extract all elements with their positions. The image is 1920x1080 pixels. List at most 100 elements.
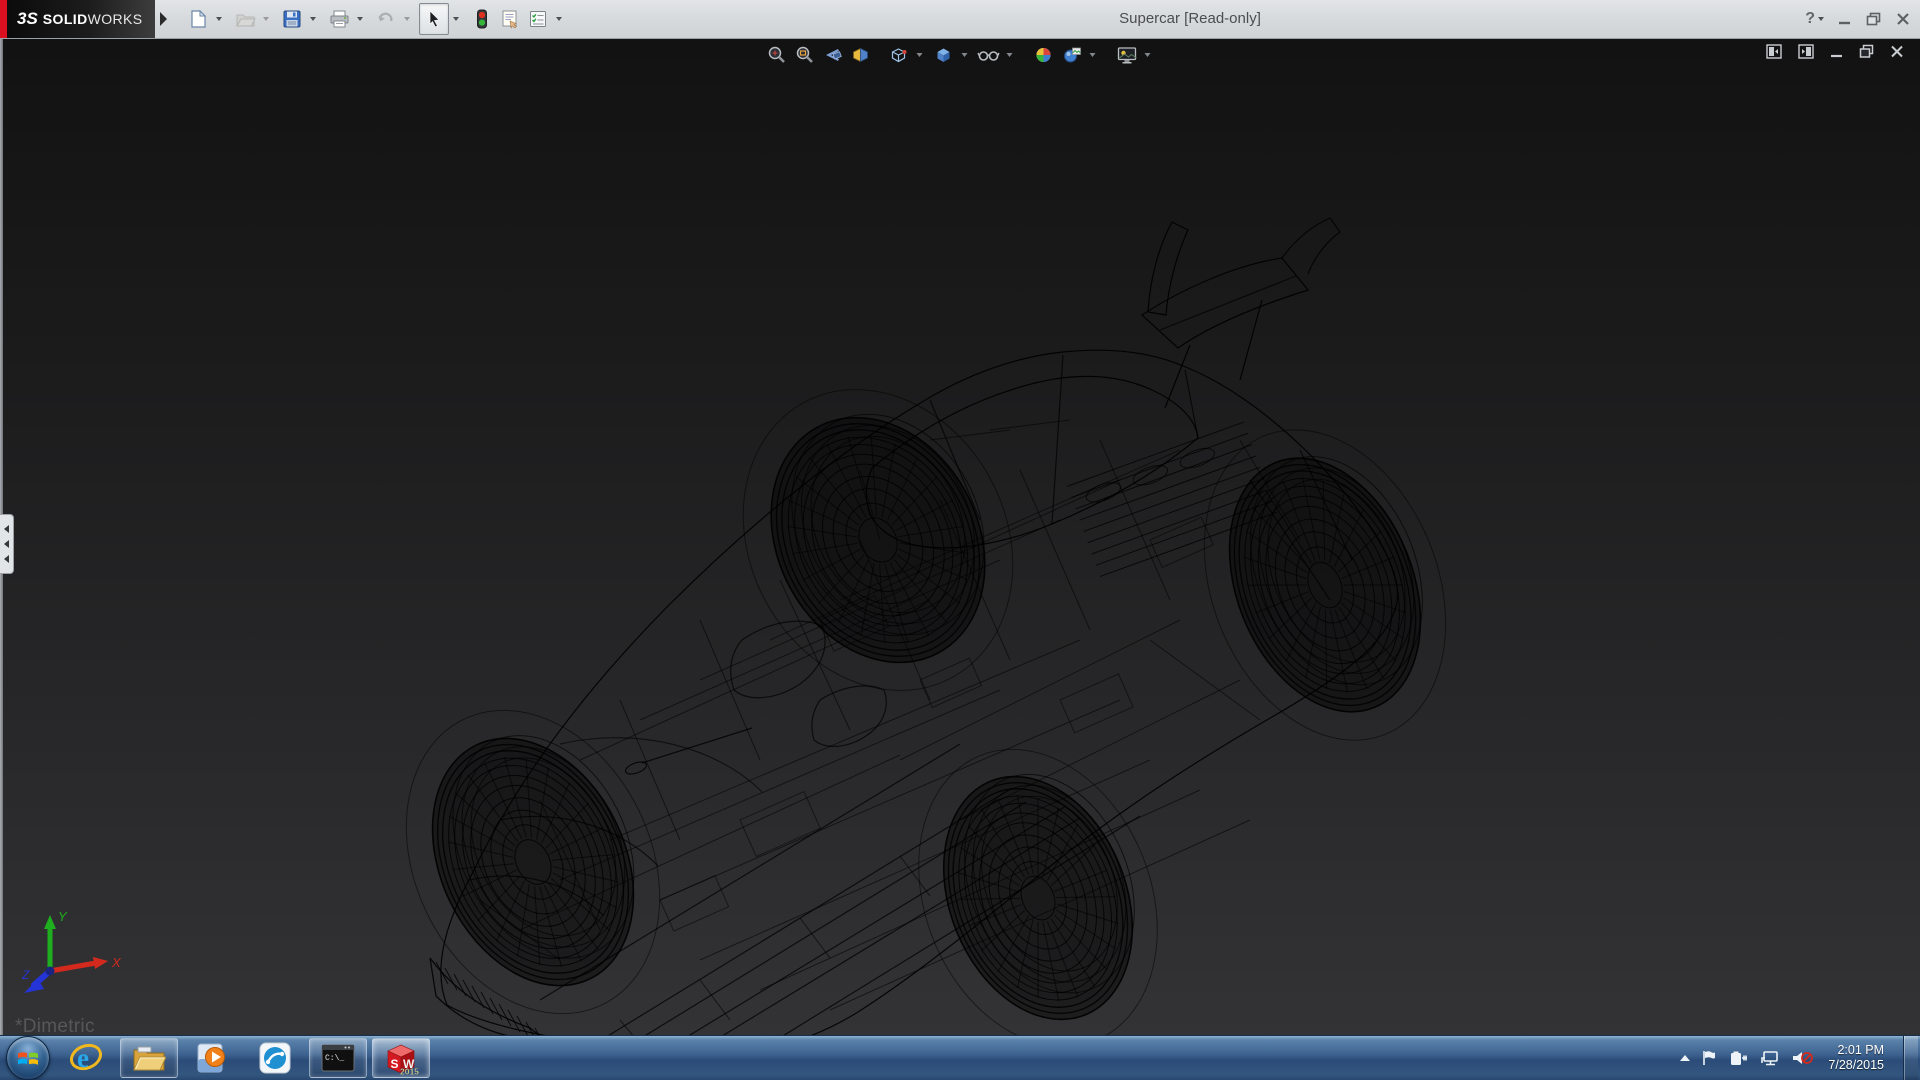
undo-button[interactable] <box>372 4 400 34</box>
view-orientation-dropdown[interactable] <box>915 43 925 67</box>
rebuild-traffic-light-icon <box>475 9 489 30</box>
command-prompt-icon: C:\_ <box>321 1044 355 1072</box>
taskbar-item-media-player[interactable] <box>183 1038 241 1078</box>
select-tool-button[interactable] <box>419 3 449 35</box>
section-view-icon <box>851 45 871 65</box>
windows-flag-icon <box>17 1048 39 1068</box>
graphics-viewport[interactable]: Y X Z *Dimetric <box>0 38 1920 1035</box>
apply-scene-button[interactable] <box>1060 43 1084 67</box>
hide-show-items-button[interactable] <box>977 43 1001 67</box>
select-cursor-icon <box>425 9 443 29</box>
menu-expand-arrow-icon[interactable] <box>160 12 167 26</box>
wireframe-supercar-model <box>0 38 1920 1035</box>
document-restore-button[interactable] <box>1859 44 1875 59</box>
brand-accent-strip <box>0 0 7 38</box>
zoom-to-area-icon <box>795 45 815 65</box>
triad-x-label: X <box>111 955 122 970</box>
collapse-arrow-icon <box>4 555 9 563</box>
view-orientation-button[interactable] <box>887 43 911 67</box>
rebuild-button[interactable] <box>468 4 496 34</box>
save-dropdown[interactable] <box>306 4 319 34</box>
help-button[interactable]: ? <box>1805 10 1824 28</box>
options-dropdown[interactable] <box>552 4 565 34</box>
document-window-controls <box>1766 44 1904 59</box>
action-center-flag-icon[interactable] <box>1701 1049 1718 1067</box>
file-properties-button[interactable] <box>496 4 524 34</box>
network-icon[interactable] <box>1760 1049 1780 1067</box>
save-button[interactable] <box>278 4 306 34</box>
help-dropdown-icon[interactable] <box>1818 17 1824 21</box>
windows-taskbar: e <box>0 1035 1920 1080</box>
heads-up-view-toolbar <box>765 43 1156 67</box>
view-settings-dropdown[interactable] <box>1143 43 1153 67</box>
svg-text:2015: 2015 <box>400 1067 419 1076</box>
undo-dropdown[interactable] <box>400 4 413 34</box>
solidworks-desktop: { "titlebar": { "brand_mark": "3S", "bra… <box>0 0 1920 1080</box>
view-orientation-label: *Dimetric <box>15 1016 95 1035</box>
undo-icon <box>376 9 396 29</box>
display-style-button[interactable] <box>932 43 956 67</box>
section-view-button[interactable] <box>849 43 873 67</box>
previous-view-icon <box>823 45 843 65</box>
taskbar-item-command-prompt[interactable]: C:\_ <box>309 1038 367 1078</box>
system-tray: 2:01 PM 7/28/2015 <box>1680 1036 1920 1080</box>
triad-y-label: Y <box>58 909 68 924</box>
solidworks-logo-mark: 3S <box>17 9 38 29</box>
edrawings-icon <box>259 1042 291 1074</box>
taskbar-item-internet-explorer[interactable]: e <box>57 1038 115 1078</box>
document-minimize-button[interactable] <box>1830 44 1844 59</box>
taskbar-item-solidworks-2015[interactable]: S W 2015 <box>372 1038 430 1078</box>
solidworks-2015-icon: S W 2015 <box>383 1041 419 1075</box>
edit-appearance-ball-icon <box>1034 45 1054 65</box>
display-style-dropdown[interactable] <box>960 43 970 67</box>
power-battery-icon[interactable] <box>1729 1049 1749 1067</box>
open-dropdown[interactable] <box>259 4 272 34</box>
edit-appearance-button[interactable] <box>1032 43 1056 67</box>
clock-date: 7/28/2015 <box>1828 1058 1884 1073</box>
view-orientation-icon <box>889 45 909 65</box>
zoom-to-fit-button[interactable] <box>765 43 789 67</box>
new-document-button[interactable] <box>184 4 212 34</box>
standard-toolbar <box>184 2 571 36</box>
close-button[interactable] <box>1896 12 1910 26</box>
print-icon <box>329 9 350 29</box>
collapse-arrow-icon <box>4 540 9 548</box>
featuremanager-pane-right-button[interactable] <box>1798 44 1815 59</box>
view-settings-button[interactable] <box>1115 43 1139 67</box>
print-button[interactable] <box>325 4 353 34</box>
apply-scene-dropdown[interactable] <box>1088 43 1098 67</box>
featuremanager-flyout-tab[interactable] <box>0 514 14 574</box>
select-tool-dropdown[interactable] <box>449 4 462 34</box>
document-close-button[interactable] <box>1890 44 1904 59</box>
options-checklist-icon <box>528 9 549 29</box>
open-button[interactable] <box>231 4 259 34</box>
featuremanager-pane-left-button[interactable] <box>1766 44 1783 59</box>
open-folder-icon <box>235 9 256 29</box>
restore-button[interactable] <box>1866 12 1882 26</box>
document-title: Supercar [Read-only] <box>1020 0 1360 38</box>
reference-triad: Y X Z <box>20 905 130 1001</box>
start-button[interactable] <box>6 1036 50 1080</box>
zoom-to-area-button[interactable] <box>793 43 817 67</box>
previous-view-button[interactable] <box>821 43 845 67</box>
volume-muted-icon[interactable] <box>1791 1049 1813 1067</box>
save-floppy-icon <box>282 9 302 29</box>
triad-z-label: Z <box>21 968 30 982</box>
hide-show-items-dropdown[interactable] <box>1005 43 1015 67</box>
minimize-button[interactable] <box>1838 12 1852 26</box>
media-player-icon <box>196 1042 228 1074</box>
print-dropdown[interactable] <box>353 4 366 34</box>
new-document-icon <box>188 9 208 29</box>
apply-scene-icon <box>1062 45 1082 65</box>
taskbar-item-edrawings[interactable] <box>246 1038 304 1078</box>
hide-show-items-eyeglasses-icon <box>978 45 1000 65</box>
options-button[interactable] <box>524 4 552 34</box>
show-hidden-icons-button[interactable] <box>1680 1055 1690 1061</box>
taskbar-item-windows-explorer[interactable] <box>120 1038 178 1078</box>
internet-explorer-icon: e <box>69 1042 103 1074</box>
file-properties-icon <box>500 9 521 29</box>
taskbar-clock[interactable]: 2:01 PM 7/28/2015 <box>1828 1043 1884 1073</box>
new-document-dropdown[interactable] <box>212 4 225 34</box>
show-desktop-button[interactable] <box>1903 1036 1918 1080</box>
zoom-to-fit-icon <box>767 45 787 65</box>
